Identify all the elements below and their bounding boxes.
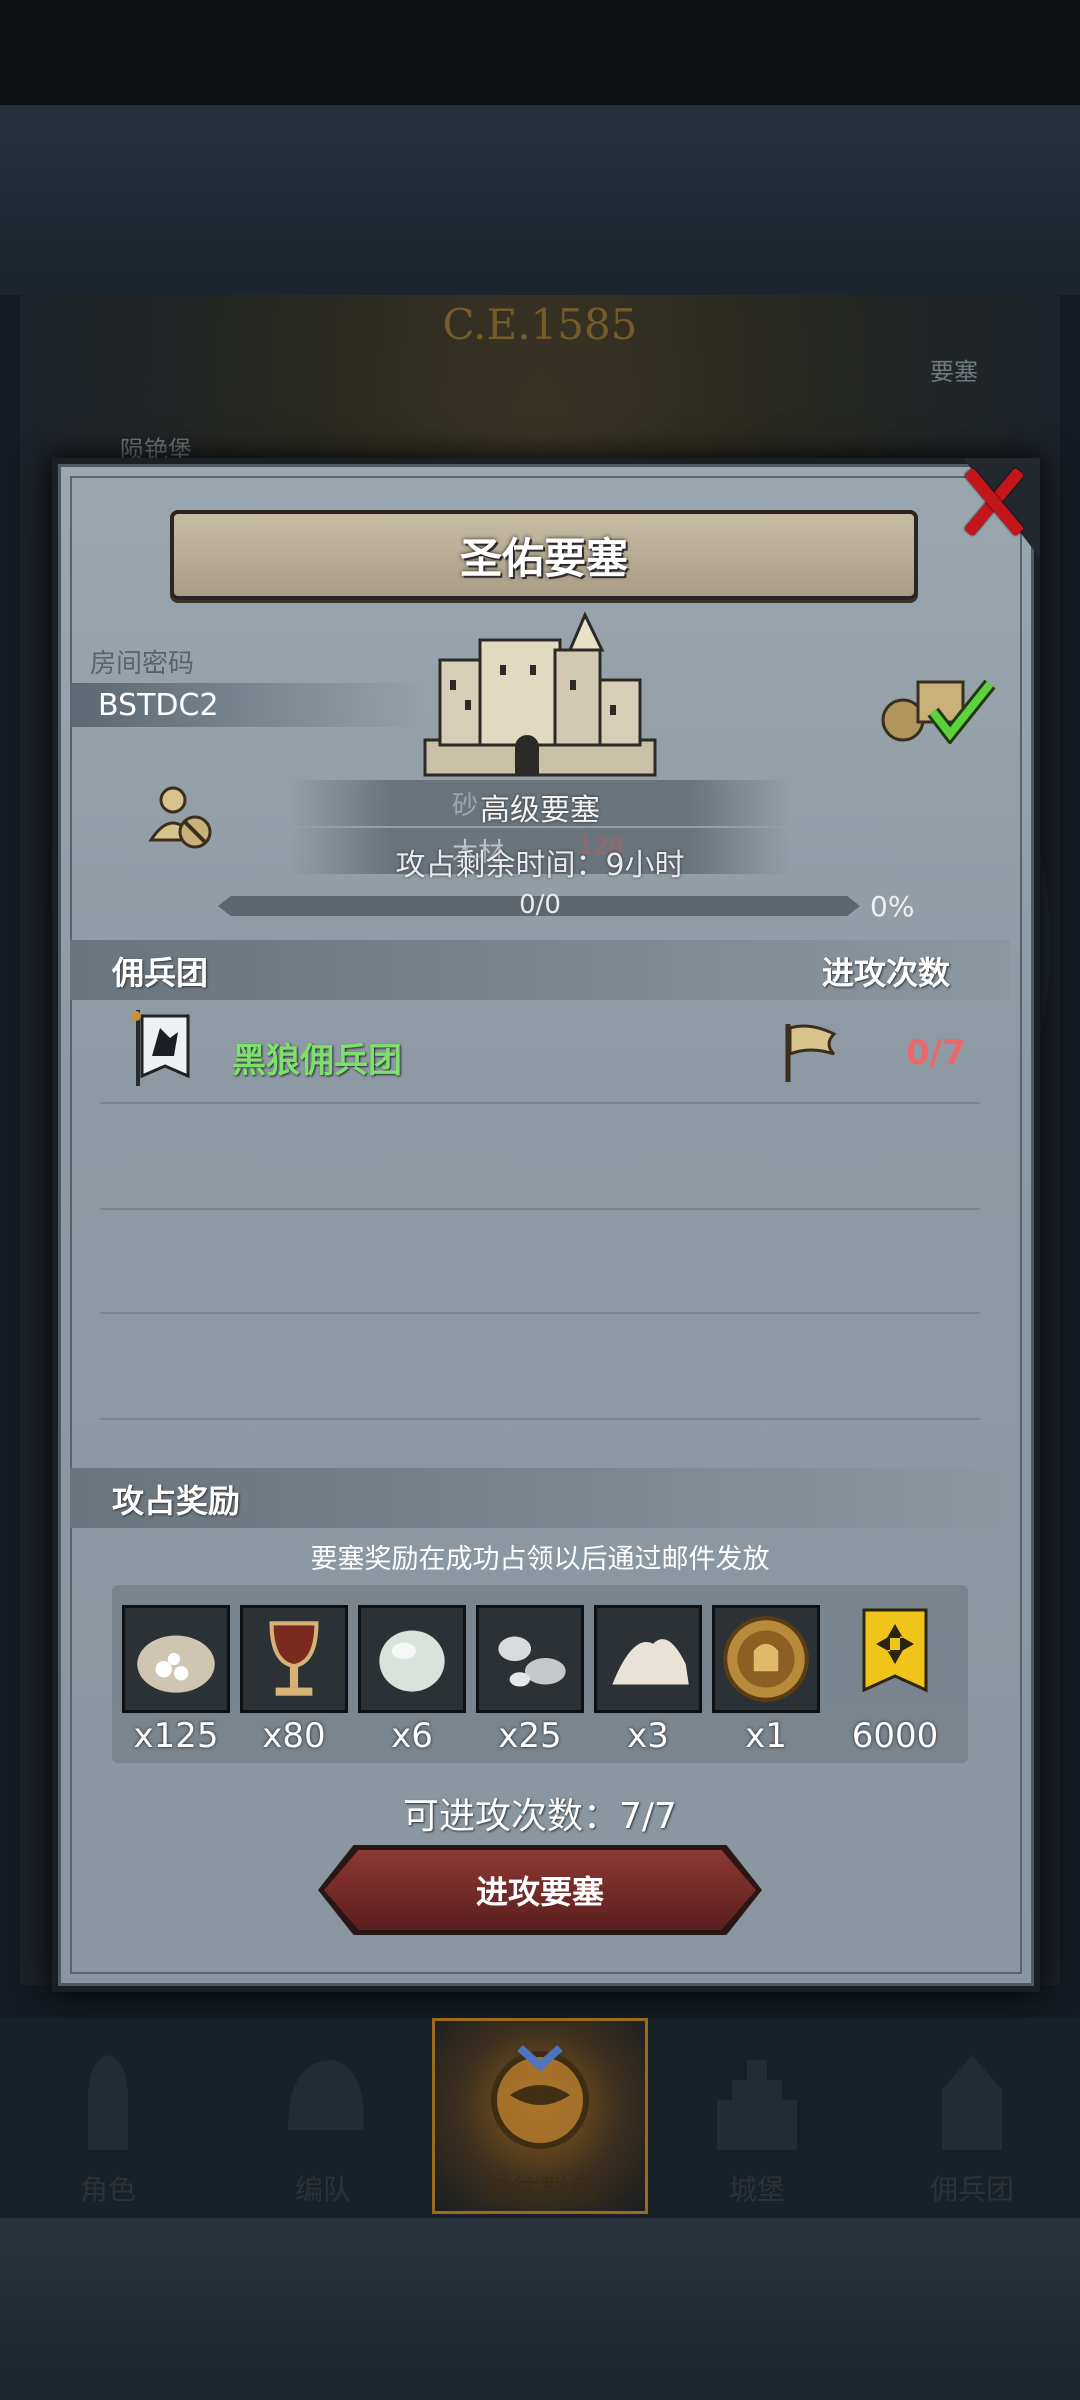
progress-percent: 0%: [870, 890, 915, 923]
reward-qty: 6000: [851, 1716, 939, 1756]
status-bar: [0, 0, 1080, 105]
row-divider: [100, 1208, 980, 1210]
row-divider: [100, 1312, 980, 1314]
castle-nav-icon: [717, 2060, 797, 2150]
gold-badge-icon[interactable]: [862, 1608, 928, 1708]
nav-label-islands: 前往群岛: [483, 2173, 596, 2206]
attack-fortress-button[interactable]: 进攻要塞: [324, 1850, 756, 1930]
nav-label-mercenary: 佣兵团: [929, 2173, 1014, 2206]
nav-label-formation: 编队: [294, 2173, 351, 2206]
reward-qty: x80: [262, 1716, 326, 1756]
row-divider: [100, 1418, 980, 1420]
room-password-label: 房间密码: [90, 649, 195, 679]
salt-pile-icon: [612, 1639, 689, 1685]
mercenary-attack-count: 0/7: [906, 1033, 966, 1073]
fortress-level: 高级要塞: [480, 793, 600, 828]
attempts-remaining: 可进攻次数：7/7: [403, 1796, 677, 1837]
castle-icon: [423, 611, 657, 777]
flag-icon: [785, 1024, 837, 1082]
nav-label-castle: 城堡: [728, 2173, 785, 2206]
row-divider: [100, 1102, 980, 1104]
bg-fortress-label: 要塞: [930, 358, 978, 386]
attack-count-header: 进攻次数: [822, 954, 951, 992]
top-band: [0, 105, 1080, 295]
reward-item[interactable]: [358, 1605, 466, 1713]
year-label: C.E.1585: [442, 300, 638, 349]
reward-qty: x3: [627, 1716, 669, 1756]
goblet-icon: [269, 1621, 319, 1696]
supply-check-icon[interactable]: [878, 672, 996, 744]
reward-item[interactable]: [122, 1605, 230, 1713]
reward-qty: x25: [498, 1716, 562, 1756]
reward-qty: x1: [745, 1716, 787, 1756]
reward-qty: x125: [133, 1716, 219, 1756]
bottom-area: [0, 2218, 1080, 2400]
progress-text: 0/0: [519, 890, 561, 920]
flour-sack-icon: [137, 1635, 215, 1693]
reward-item[interactable]: [712, 1605, 820, 1713]
silver-ore-icon: [498, 1636, 566, 1687]
title-banner: 圣佑要塞: [170, 510, 918, 600]
attack-button-label: 进攻要塞: [475, 1873, 604, 1911]
wolf-banner-icon: [131, 1010, 190, 1086]
knight-icon: [88, 2055, 128, 2150]
occupy-time: 攻占剩余时间：9小时: [395, 848, 685, 883]
reward-item[interactable]: [240, 1605, 348, 1713]
mercenary-name[interactable]: 黑狼佣兵团: [232, 1033, 402, 1082]
reward-header: 攻占奖励: [112, 1482, 241, 1520]
reward-item[interactable]: [594, 1605, 702, 1713]
mercenary-header: 佣兵团: [112, 954, 209, 992]
reward-item[interactable]: [476, 1605, 584, 1713]
room-code[interactable]: BSTDC2: [98, 688, 219, 723]
nav-label-character: 角色: [79, 2173, 136, 2206]
reward-note: 要塞奖励在成功占领以后通过邮件发放: [310, 1544, 770, 1575]
mercenary-icon: [942, 2055, 1002, 2150]
gem-stone-icon: [379, 1630, 445, 1692]
helmet-icon: [288, 2060, 364, 2130]
dialog-title: 圣佑要塞: [459, 533, 628, 583]
knight-medal-icon: [723, 1616, 809, 1702]
reward-qty: x6: [391, 1716, 433, 1756]
compass-icon: [491, 2045, 589, 2149]
close-button[interactable]: [952, 460, 1032, 540]
